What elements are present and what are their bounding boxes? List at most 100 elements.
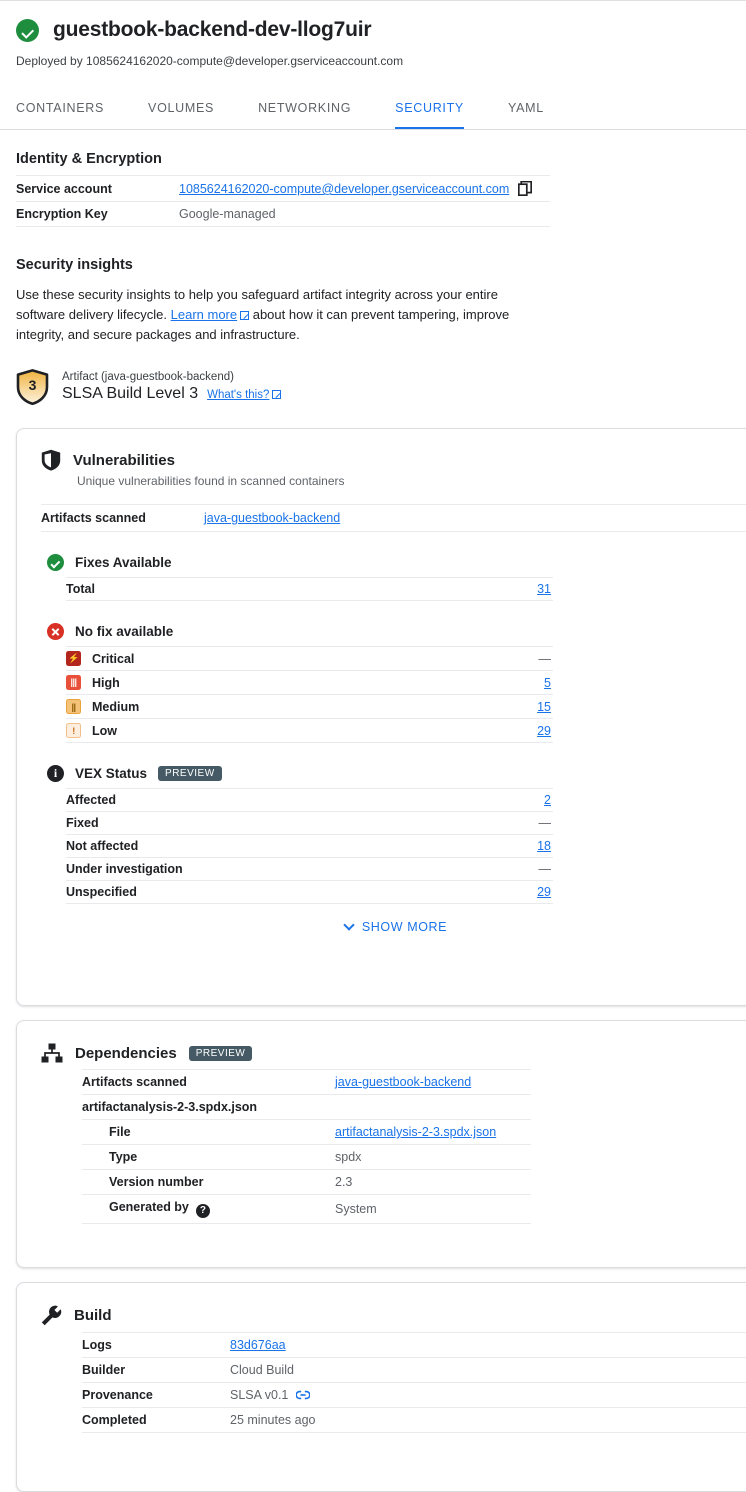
learn-more-link[interactable]: Learn more [171,307,237,322]
svg-text:3: 3 [29,377,37,393]
severity-medium-value[interactable]: 15 [537,700,551,714]
severity-medium-icon: || [66,699,81,714]
table-row: Logs 83d676aa [82,1332,746,1358]
no-fix-available-title: No fix available [75,624,174,639]
severity-high-value[interactable]: 5 [544,676,551,690]
slsa-badge-row: 3 Artifact (java-guestbook-backend) SLSA… [16,369,730,405]
deps-type-label: Type [109,1150,138,1164]
top-divider [0,0,746,1]
service-account-row: Service account 1085624162020-compute@de… [16,175,550,202]
fixes-available-header: Fixes Available [41,554,746,571]
help-icon[interactable]: ? [195,1204,210,1218]
tab-networking[interactable]: NETWORKING [258,88,351,129]
vex-under-investigation-value: — [538,862,552,876]
deps-generated-by-value: System [335,1202,377,1216]
no-fix-severity-table: ⚡ Critical — ||| High 5 || Medium 15 ! Low 2… [66,646,553,743]
table-row: Artifacts scanned java-guestbook-backend [82,1069,531,1095]
severity-high-icon: ||| [66,675,81,690]
vex-status-header: i VEX Status PREVIEW [41,765,746,782]
severity-high-label: High [92,676,120,690]
deps-generated-by-label: Generated by [109,1200,189,1214]
build-logs-link[interactable]: 83d676aa [230,1338,286,1352]
severity-critical-icon: ⚡ [66,651,81,666]
build-builder-value: Cloud Build [230,1363,294,1377]
copy-icon[interactable] [518,180,533,197]
vex-affected-value[interactable]: 2 [544,793,551,807]
vex-fixed-label: Fixed [66,816,99,830]
build-builder-label: Builder [82,1363,126,1377]
page-header: guestbook-backend-dev-llog7uir Deployed … [0,0,746,68]
chevron-down-icon [343,919,355,931]
vex-unspecified-value[interactable]: 29 [537,885,551,899]
service-account-link[interactable]: 1085624162020-compute@developer.gservice… [179,182,509,196]
slsa-artifact-label: Artifact (java-guestbook-backend) [62,371,234,383]
vex-under-investigation-label: Under investigation [66,862,183,876]
severity-low-value[interactable]: 29 [537,724,551,738]
table-row: File artifactanalysis-2-3.spdx.json [82,1120,531,1145]
vuln-artifacts-scanned-label: Artifacts scanned [41,511,146,525]
error-circle-icon [47,623,64,640]
build-logs-label: Logs [82,1338,112,1352]
severity-critical-value: — [538,651,552,666]
encryption-key-row: Encryption Key Google-managed [16,202,550,227]
table-row: Total 31 [66,577,553,601]
table-row: || Medium 15 [66,695,553,719]
slsa-shield-icon: 3 [16,369,49,405]
tab-containers[interactable]: CONTAINERS [16,88,104,129]
vex-not-affected-value[interactable]: 18 [537,839,551,853]
fixes-available-section: Fixes Available Total 31 [41,554,746,601]
deps-artifacts-scanned-label: Artifacts scanned [82,1075,187,1089]
no-fix-available-section: No fix available ⚡ Critical — ||| High 5 |… [41,623,746,743]
tab-security[interactable]: SECURITY [395,88,464,129]
wrench-icon [41,1305,62,1326]
show-more-button[interactable]: SHOW MORE [66,904,726,938]
check-circle-icon [16,18,39,42]
dependencies-card: Dependencies PREVIEW Artifacts scanned j… [16,1020,746,1268]
no-fix-available-header: No fix available [41,623,746,640]
vex-preview-badge: PREVIEW [158,766,222,781]
show-more-label: SHOW MORE [361,920,448,934]
table-row: Affected 2 [66,788,553,812]
deployed-by-text: Deployed by 1085624162020-compute@develo… [16,54,404,68]
table-row: Builder Cloud Build [82,1358,746,1383]
tab-bar: CONTAINERS VOLUMES NETWORKING SECURITY Y… [0,88,746,130]
shield-icon [41,449,61,471]
dependencies-table: Artifacts scanned java-guestbook-backend… [82,1069,531,1224]
deps-version-label: Version number [109,1175,204,1189]
vulnerabilities-subtitle: Unique vulnerabilities found in scanned … [77,474,345,488]
slsa-title-row: SLSA Build Level 3 What's this? [62,385,282,403]
deps-artifacts-scanned-link[interactable]: java-guestbook-backend [335,1075,471,1089]
page-title: guestbook-backend-dev-llog7uir [53,18,372,41]
whats-this-link[interactable]: What's this? [207,389,269,401]
vulnerabilities-title: Vulnerabilities [73,451,175,469]
table-row: Generated by? System [82,1195,531,1224]
link-icon[interactable] [295,1389,311,1400]
security-insights-paragraph: Use these security insights to help you … [16,285,516,345]
deps-version-value: 2.3 [335,1175,353,1189]
build-header: Build [41,1305,746,1326]
whats-this-wrap: What's this? [207,385,282,403]
vex-not-affected-label: Not affected [66,839,139,853]
build-card: Build Logs 83d676aa Builder Cloud Build … [16,1282,746,1492]
build-table: Logs 83d676aa Builder Cloud Build Proven… [82,1332,746,1433]
vuln-artifacts-scanned-link[interactable]: java-guestbook-backend [204,511,340,525]
tab-volumes[interactable]: VOLUMES [148,88,214,129]
fixes-total-value[interactable]: 31 [537,582,551,596]
table-row: ⚡ Critical — [66,646,553,671]
table-row: artifactanalysis-2-3.spdx.json [82,1095,531,1120]
external-link-icon [272,390,282,399]
title-row: guestbook-backend-dev-llog7uir [16,18,730,42]
dependencies-title: Dependencies [75,1044,177,1062]
vex-status-title: VEX Status [75,766,148,781]
table-row: Completed 25 minutes ago [82,1408,746,1433]
table-row: Provenance SLSA v0.1 [82,1383,746,1408]
build-completed-label: Completed [82,1413,147,1427]
encryption-key-value: Google-managed [179,207,276,221]
vex-status-table: Affected 2 Fixed — Not affected 18 Under… [66,788,553,904]
deps-file-link[interactable]: artifactanalysis-2-3.spdx.json [335,1125,496,1139]
build-provenance-label: Provenance [82,1388,153,1402]
identity-heading: Identity & Encryption [16,151,162,167]
build-title: Build [74,1307,112,1324]
build-completed-value: 25 minutes ago [230,1413,316,1427]
tab-yaml[interactable]: YAML [508,88,544,129]
